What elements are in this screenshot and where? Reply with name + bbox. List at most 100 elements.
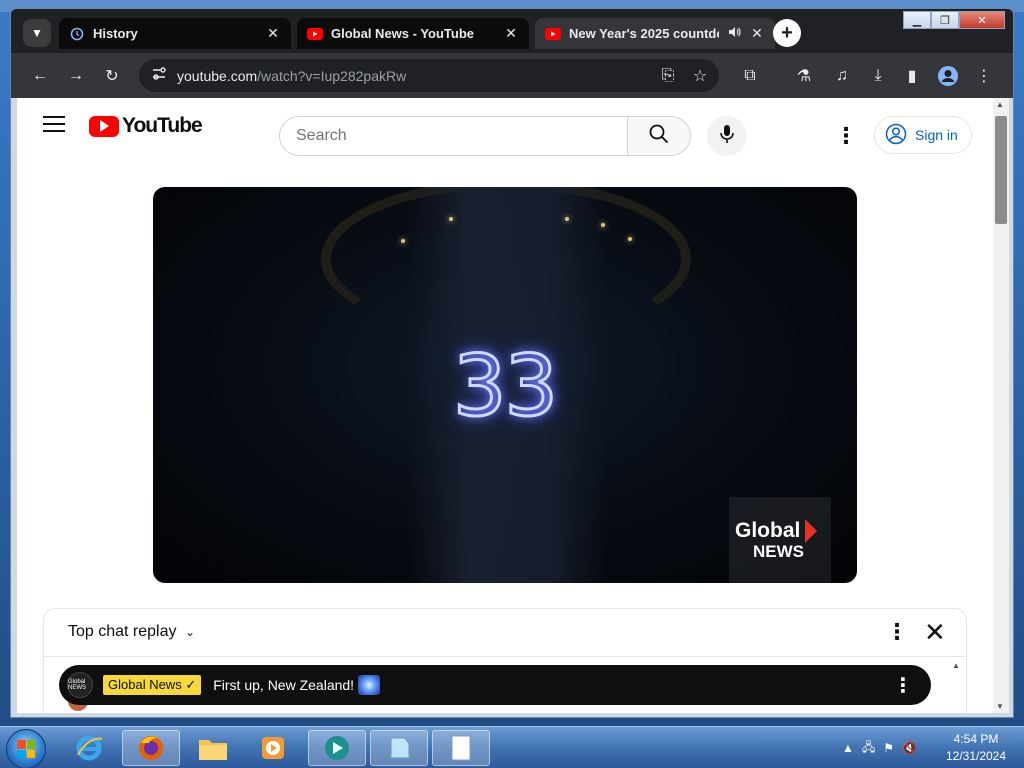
watermark-line2: NEWS — [753, 541, 804, 561]
search-button[interactable] — [627, 116, 691, 156]
account-circle-icon — [885, 123, 907, 148]
notepad-taskbar-icon[interactable] — [370, 730, 428, 766]
youtube-favicon — [307, 26, 323, 42]
document-taskbar-icon[interactable] — [432, 730, 490, 766]
countdown-number: 33 — [452, 336, 560, 437]
show-hidden-icons-arrow-icon[interactable]: ▲ — [842, 741, 854, 755]
youtube-logo[interactable]: YouTube — [89, 114, 203, 138]
browser-window: ▼ History ✕ Global News - YouTube ✕ New … — [10, 8, 1014, 718]
system-tray: ▲ 🖧 ⚑ 🔇 — [842, 727, 917, 768]
verified-checkmark-icon: ✓ — [185, 677, 197, 692]
pinned-message-text: First up, New Zealand! — [213, 677, 355, 693]
voice-search-button[interactable] — [707, 116, 747, 156]
page-content: YouTube Search ⋮ Sign in 33 Global NEWS … — [17, 98, 993, 713]
tab-countdown-active[interactable]: New Year's 2025 countdown ✕ — [535, 18, 775, 49]
scrollbar-thumb[interactable] — [995, 116, 1007, 224]
install-app-icon[interactable]: ⎘ — [655, 63, 681, 89]
windows-taskbar: ▲ 🖧 ⚑ 🔇 4:54 PM 12/31/2024 — [0, 726, 1024, 768]
media-player-taskbar-icon[interactable] — [244, 730, 302, 766]
labs-flask-icon[interactable]: ⚗ — [791, 63, 817, 89]
hamburger-menu-icon[interactable] — [43, 116, 65, 134]
media-control-icon[interactable]: ♫ — [829, 63, 855, 89]
profile-avatar-icon[interactable] — [935, 63, 961, 89]
close-chat-icon[interactable]: ✕ — [924, 617, 946, 648]
search-icon — [649, 124, 669, 149]
tab-global-news[interactable]: Global News - YouTube ✕ — [297, 18, 529, 49]
tab-history[interactable]: History ✕ — [59, 18, 291, 49]
video-scene-light — [601, 223, 605, 227]
search-input[interactable]: Search — [279, 116, 629, 156]
page-scrollbar[interactable]: ▲ ▼ — [993, 98, 1009, 713]
pinned-chat-message[interactable]: Global NEWS Global News ✓ First up, New … — [59, 665, 931, 705]
extensions-icon[interactable]: ⧉ — [737, 63, 763, 89]
clock-date: 12/31/2024 — [945, 749, 1007, 763]
chat-mode-dropdown[interactable]: Top chat replay ⌄ — [68, 623, 195, 641]
video-scene-light — [449, 217, 453, 221]
tab-title: Global News - YouTube — [331, 26, 475, 41]
chat-options-kebab-icon[interactable]: ⋮ — [886, 619, 908, 645]
bookmark-star-icon[interactable]: ☆ — [687, 63, 713, 89]
tab-title: History — [93, 26, 138, 41]
volume-muted-icon[interactable]: 🔇 — [902, 741, 917, 755]
reload-icon[interactable]: ↻ — [99, 63, 125, 89]
back-arrow-icon[interactable]: ← — [27, 63, 53, 89]
video-scene-light — [401, 239, 405, 243]
internet-explorer-taskbar-icon[interactable] — [60, 730, 118, 766]
history-icon — [69, 26, 85, 42]
forward-arrow-icon[interactable]: → — [63, 63, 89, 89]
tab-search-button[interactable]: ▼ — [23, 19, 51, 47]
chat-header: Top chat replay ⌄ ⋮ ✕ — [44, 609, 966, 657]
settings-kebab-icon[interactable]: ⋮ — [835, 122, 857, 150]
side-panel-icon[interactable]: ▮ — [899, 63, 925, 89]
system-clock[interactable]: 4:54 PM 12/31/2024 — [938, 731, 1014, 765]
new-tab-button[interactable]: + — [773, 19, 801, 47]
close-tab-icon[interactable]: ✕ — [265, 25, 281, 42]
global-news-watermark: Global NEWS — [729, 497, 831, 583]
search-placeholder: Search — [296, 127, 347, 144]
window-controls: ▁ ❐ ✕ — [903, 11, 1005, 29]
chat-scroll-up-arrow-icon[interactable]: ▲ — [952, 661, 960, 670]
url-text: youtube.com/watch?v=Iup282pakRw — [177, 68, 406, 84]
chevron-down-icon: ▼ — [31, 26, 43, 40]
pinned-message-kebab-icon[interactable]: ⋮ — [893, 673, 913, 698]
youtube-wordmark: YouTube — [122, 114, 203, 137]
firefox-taskbar-icon[interactable] — [122, 730, 180, 766]
site-info-icon[interactable] — [151, 67, 167, 84]
video-scene-light — [565, 217, 569, 221]
windows-logo-icon — [17, 740, 35, 758]
close-tab-icon[interactable]: ✕ — [503, 25, 519, 42]
app-taskbar-icon[interactable] — [308, 730, 366, 766]
scroll-down-arrow-icon[interactable]: ▼ — [996, 702, 1004, 711]
sign-in-button[interactable]: Sign in — [874, 116, 972, 154]
tab-strip: ▼ History ✕ Global News - YouTube ✕ New … — [11, 9, 1013, 53]
microphone-icon — [719, 124, 735, 149]
chevron-down-icon: ⌄ — [184, 625, 196, 639]
sign-in-label: Sign in — [915, 127, 958, 143]
file-explorer-taskbar-icon[interactable] — [184, 730, 242, 766]
close-tab-icon[interactable]: ✕ — [749, 25, 765, 42]
close-window-button[interactable]: ✕ — [959, 11, 1005, 29]
action-center-flag-icon[interactable]: ⚑ — [883, 741, 894, 755]
start-button[interactable] — [6, 729, 46, 768]
maximize-button[interactable]: ❐ — [931, 11, 959, 29]
tab-title: New Year's 2025 countdown — [569, 26, 719, 41]
scroll-up-arrow-icon[interactable]: ▲ — [996, 100, 1004, 109]
channel-owner-badge[interactable]: Global News ✓ — [103, 675, 202, 695]
network-icon[interactable]: 🖧 — [862, 738, 875, 759]
video-scene-light — [628, 237, 632, 241]
global-news-chevron-icon — [805, 519, 817, 543]
channel-avatar: Global NEWS — [67, 672, 93, 698]
speaker-icon[interactable] — [727, 25, 741, 42]
clock-time: 4:54 PM — [953, 732, 999, 746]
browser-menu-icon[interactable]: ⋮ — [971, 63, 997, 89]
youtube-play-icon — [89, 115, 119, 137]
download-icon[interactable]: ⤓ — [865, 63, 891, 89]
youtube-favicon — [545, 26, 561, 42]
minimize-button[interactable]: ▁ — [903, 11, 931, 29]
url-path: /watch?v=Iup282pakRw — [257, 67, 407, 84]
address-bar[interactable]: youtube.com/watch?v=Iup282pakRw — [139, 59, 719, 92]
channel-name: Global News — [108, 677, 182, 692]
video-player[interactable]: 33 Global NEWS — [153, 187, 857, 583]
url-host: youtube.com — [177, 67, 258, 84]
fireworks-emoji-icon — [358, 675, 381, 695]
